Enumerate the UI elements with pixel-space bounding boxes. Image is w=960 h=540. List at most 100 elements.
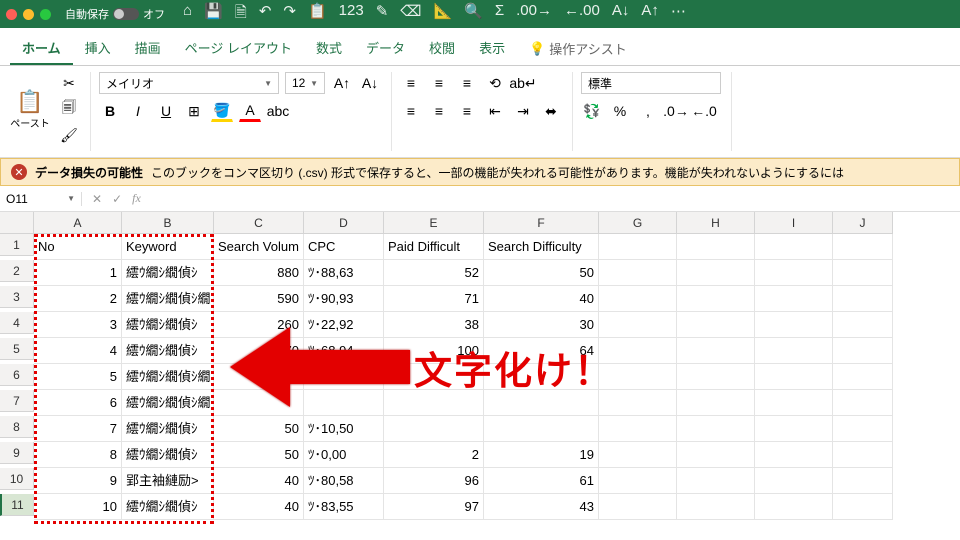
- orientation-icon[interactable]: ⟲: [484, 72, 506, 94]
- cell[interactable]: 繧ｳ繝ｼ繝偵ｼ: [122, 260, 214, 286]
- paste-button[interactable]: 📋 ペースト: [8, 89, 52, 130]
- window-controls[interactable]: [6, 9, 51, 20]
- cell[interactable]: 2: [384, 442, 484, 468]
- eraser-icon[interactable]: ⌫: [400, 2, 421, 27]
- cell[interactable]: [833, 338, 893, 364]
- cell[interactable]: [833, 260, 893, 286]
- tab-tell-me[interactable]: 💡 操作アシスト: [517, 32, 639, 65]
- header-cell[interactable]: Paid Difficult: [384, 234, 484, 260]
- italic-button[interactable]: I: [127, 100, 149, 122]
- cell[interactable]: [755, 286, 833, 312]
- cell[interactable]: [599, 494, 677, 520]
- number-icon[interactable]: 123: [339, 2, 364, 27]
- redo-icon[interactable]: ↷: [283, 2, 296, 27]
- header-cell[interactable]: Keyword: [122, 234, 214, 260]
- tab-home[interactable]: ホーム: [10, 32, 73, 65]
- tab-insert[interactable]: 挿入: [73, 32, 123, 65]
- cell[interactable]: [833, 312, 893, 338]
- header-cell[interactable]: Search Volum: [214, 234, 304, 260]
- fx-icon[interactable]: fx: [132, 191, 141, 206]
- cell[interactable]: 繧ｳ繝ｼ繝偵ｼ繝: [122, 286, 214, 312]
- align-middle-icon[interactable]: ≡: [428, 72, 450, 94]
- header-cell[interactable]: [833, 234, 893, 260]
- tab-review[interactable]: 校閲: [417, 32, 467, 65]
- cell[interactable]: 2: [34, 286, 122, 312]
- cell[interactable]: [677, 312, 755, 338]
- tab-draw[interactable]: 描画: [123, 32, 173, 65]
- copy-icon[interactable]: 🗐: [58, 98, 80, 120]
- switch-icon[interactable]: [113, 8, 139, 20]
- align-right-icon[interactable]: ≡: [456, 100, 478, 122]
- row-header[interactable]: 2: [0, 260, 34, 282]
- cell[interactable]: 61: [484, 468, 599, 494]
- cell[interactable]: 繧ｳ繝ｼ繝偵ｼ: [122, 442, 214, 468]
- undo-icon[interactable]: ↶: [259, 2, 272, 27]
- cell[interactable]: 8: [34, 442, 122, 468]
- sort-za-icon[interactable]: A↑: [641, 2, 659, 27]
- zoom-icon[interactable]: [40, 9, 51, 20]
- column-header[interactable]: C: [214, 212, 304, 234]
- row-header[interactable]: 6: [0, 364, 34, 386]
- cell[interactable]: 7: [34, 416, 122, 442]
- border-button[interactable]: ⊞: [183, 100, 205, 122]
- header-cell[interactable]: Search Difficulty: [484, 234, 599, 260]
- column-header[interactable]: J: [833, 212, 893, 234]
- cell[interactable]: [833, 390, 893, 416]
- percent-icon[interactable]: %: [609, 100, 631, 122]
- align-left-icon[interactable]: ≡: [400, 100, 422, 122]
- cell[interactable]: 590: [214, 286, 304, 312]
- font-name-select[interactable]: メイリオ▼: [99, 72, 279, 94]
- cell[interactable]: 71: [384, 286, 484, 312]
- tab-formulas[interactable]: 数式: [304, 32, 354, 65]
- cell[interactable]: [833, 442, 893, 468]
- cell[interactable]: [677, 416, 755, 442]
- decrease-indent-icon[interactable]: ⇤: [484, 100, 506, 122]
- cell[interactable]: [677, 338, 755, 364]
- align-bottom-icon[interactable]: ≡: [456, 72, 478, 94]
- cell[interactable]: [833, 416, 893, 442]
- decrease-font-icon[interactable]: A↓: [359, 72, 381, 94]
- header-cell[interactable]: [677, 234, 755, 260]
- cell[interactable]: [484, 416, 599, 442]
- comma-icon[interactable]: ,: [637, 100, 659, 122]
- cell[interactable]: ﾂ･90,93: [304, 286, 384, 312]
- column-header[interactable]: F: [484, 212, 599, 234]
- cell[interactable]: 40: [214, 494, 304, 520]
- cell[interactable]: [755, 338, 833, 364]
- enter-formula-icon[interactable]: ✓: [112, 192, 122, 206]
- cell[interactable]: [677, 442, 755, 468]
- row-header[interactable]: 4: [0, 312, 34, 334]
- cell[interactable]: [755, 442, 833, 468]
- cell[interactable]: [599, 416, 677, 442]
- decimal-inc-icon[interactable]: .00→: [516, 2, 552, 27]
- cell[interactable]: ﾂ･83,55: [304, 494, 384, 520]
- save-icon[interactable]: 💾: [204, 2, 223, 27]
- tab-view[interactable]: 表示: [467, 32, 517, 65]
- cell[interactable]: [677, 390, 755, 416]
- row-header[interactable]: 1: [0, 234, 34, 256]
- row-header[interactable]: 11: [0, 494, 34, 516]
- increase-font-icon[interactable]: A↑: [331, 72, 353, 94]
- cell[interactable]: 4: [34, 338, 122, 364]
- pen-icon[interactable]: ✎: [376, 2, 389, 27]
- cell[interactable]: [755, 494, 833, 520]
- cell[interactable]: [833, 494, 893, 520]
- cell[interactable]: [755, 260, 833, 286]
- header-cell[interactable]: No: [34, 234, 122, 260]
- cell[interactable]: [677, 494, 755, 520]
- cell[interactable]: 1: [34, 260, 122, 286]
- header-cell[interactable]: [599, 234, 677, 260]
- bold-button[interactable]: B: [99, 100, 121, 122]
- header-cell[interactable]: CPC: [304, 234, 384, 260]
- cell[interactable]: [677, 364, 755, 390]
- number-format-select[interactable]: 標準: [581, 72, 721, 94]
- ellipsis-icon[interactable]: ⋯: [671, 2, 686, 27]
- currency-icon[interactable]: 💱: [581, 100, 603, 122]
- cell[interactable]: 繧ｳ繝ｼ繝偵ｼ: [122, 494, 214, 520]
- cell[interactable]: [833, 468, 893, 494]
- clipboard-icon[interactable]: 📋: [308, 2, 327, 27]
- cell[interactable]: [599, 286, 677, 312]
- sigma-icon[interactable]: Σ: [495, 2, 504, 27]
- cell[interactable]: 9: [34, 468, 122, 494]
- column-header[interactable]: B: [122, 212, 214, 234]
